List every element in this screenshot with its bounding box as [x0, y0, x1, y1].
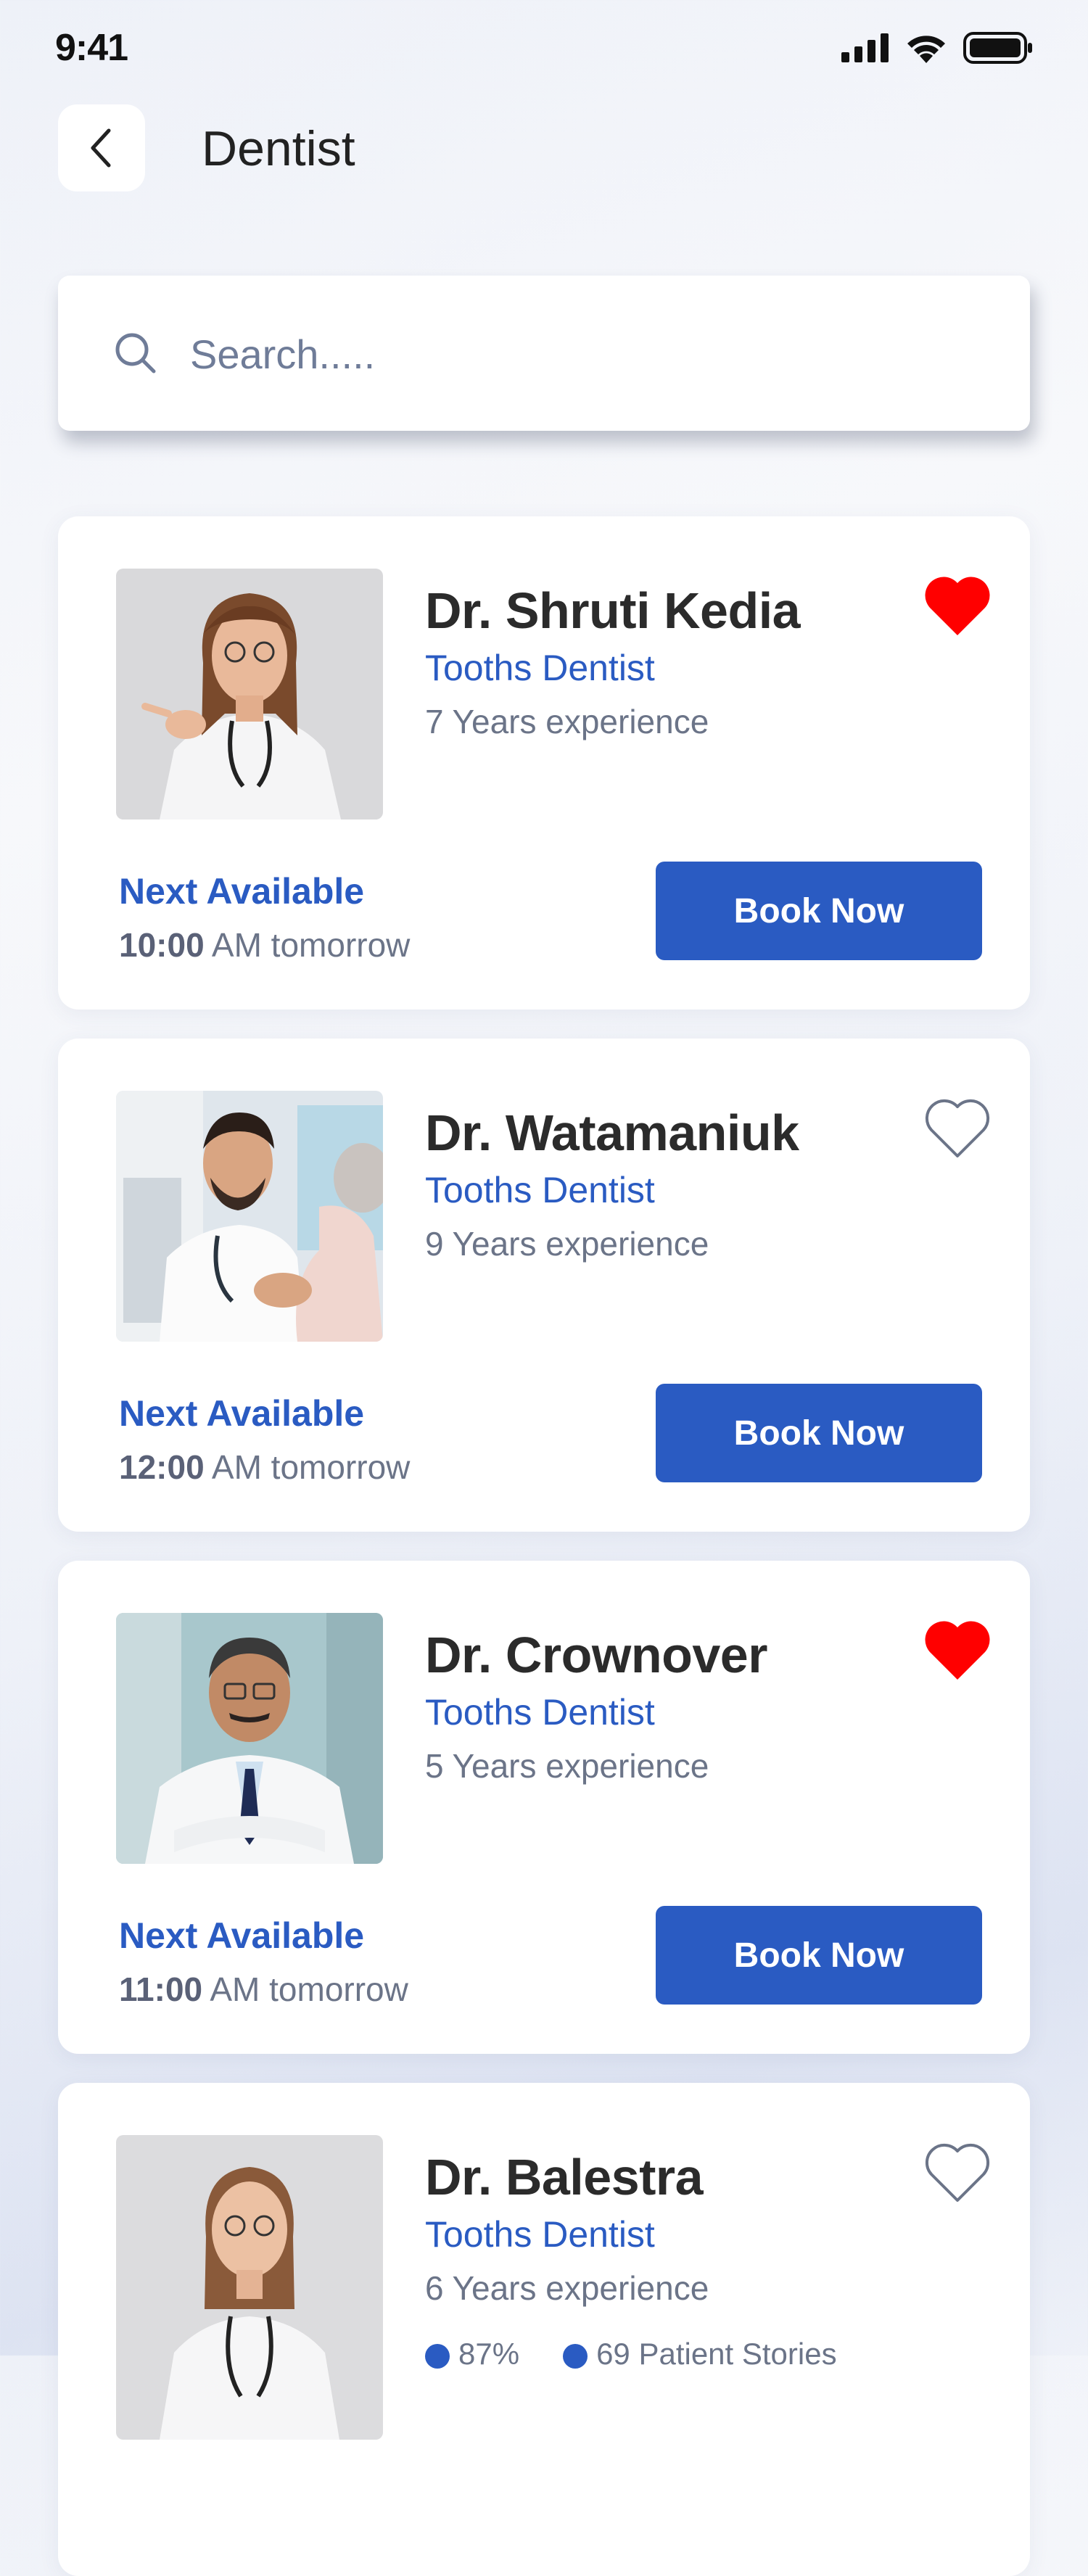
doctor-photo [116, 1091, 383, 1342]
heart-filled-icon[interactable] [923, 574, 992, 638]
doctor-photo [116, 2135, 383, 2440]
stories-dot-icon [563, 2343, 588, 2369]
doctor-photo [116, 1613, 383, 1864]
wifi-icon [907, 36, 945, 63]
doctor-card[interactable]: Dr. Shruti Kedia Tooths Dentist 7 Years … [58, 516, 1030, 1010]
next-available-time: 12:00 AM tomorrow [119, 1448, 410, 1487]
rating-stat: 87% [425, 2337, 519, 2371]
heart-outline-icon[interactable] [923, 1097, 992, 1160]
book-now-button[interactable]: Book Now [656, 862, 982, 960]
search-icon [115, 333, 156, 373]
doctor-specialty: Tooths Dentist [425, 2214, 655, 2255]
next-available-label: Next Available [119, 1393, 365, 1434]
time-suffix: AM tomorrow [204, 926, 411, 964]
doctor-name: Dr. Shruti Kedia [425, 582, 801, 639]
doctor-photo [116, 569, 383, 820]
book-now-button[interactable]: Book Now [656, 1906, 982, 2005]
doctor-experience: 6 Years experience [425, 2269, 709, 2307]
doctor-card[interactable]: Dr. Watamaniuk Tooths Dentist 9 Years ex… [58, 1039, 1030, 1532]
next-available-label: Next Available [119, 871, 365, 912]
book-now-button[interactable]: Book Now [656, 1384, 982, 1482]
heart-filled-icon[interactable] [923, 1619, 992, 1683]
doctor-card[interactable]: Dr. Crownover Tooths Dentist 5 Years exp… [58, 1561, 1030, 2054]
back-button[interactable] [58, 104, 145, 191]
heart-outline-icon[interactable] [923, 2141, 992, 2205]
doctor-name: Dr. Crownover [425, 1627, 767, 1683]
status-icons [841, 32, 1033, 64]
doctor-card[interactable]: Dr. Balestra Tooths Dentist 6 Years expe… [58, 2083, 1030, 2576]
battery-icon [963, 32, 1032, 64]
stories-stat: 69 Patient Stories [563, 2337, 837, 2371]
doctor-experience: 7 Years experience [425, 703, 709, 740]
time-value: 12:00 [119, 1448, 205, 1486]
doctor-name: Dr. Balestra [425, 2149, 704, 2205]
doctor-specialty: Tooths Dentist [425, 648, 655, 688]
doctor-specialty: Tooths Dentist [425, 1170, 655, 1210]
time-value: 11:00 [119, 1970, 203, 2008]
status-bar: 9:41 [0, 0, 1088, 102]
doctor-stats: 87% 69 Patient Stories [425, 2337, 837, 2371]
chevron-left-icon [91, 128, 111, 168]
page-title: Dentist [202, 121, 355, 176]
doctor-name: Dr. Watamaniuk [425, 1105, 799, 1161]
next-available-time: 10:00 AM tomorrow [119, 925, 410, 965]
status-time: 9:41 [55, 27, 128, 69]
doctor-experience: 9 Years experience [425, 1225, 709, 1263]
time-suffix: AM tomorrow [204, 1448, 411, 1486]
next-available-time: 11:00 AM tomorrow [119, 1970, 408, 2009]
doctor-specialty: Tooths Dentist [425, 1692, 655, 1733]
rating-dot-icon [425, 2343, 450, 2369]
rating-value: 87% [458, 2337, 520, 2371]
stories-value: 69 Patient Stories [596, 2337, 837, 2371]
doctor-experience: 5 Years experience [425, 1747, 709, 1785]
time-value: 10:00 [119, 926, 205, 964]
search-bar[interactable] [58, 276, 1030, 431]
next-available-label: Next Available [119, 1915, 365, 1956]
signal-icon [841, 33, 889, 62]
search-input[interactable] [189, 319, 989, 389]
time-suffix: AM tomorrow [202, 1970, 408, 2008]
